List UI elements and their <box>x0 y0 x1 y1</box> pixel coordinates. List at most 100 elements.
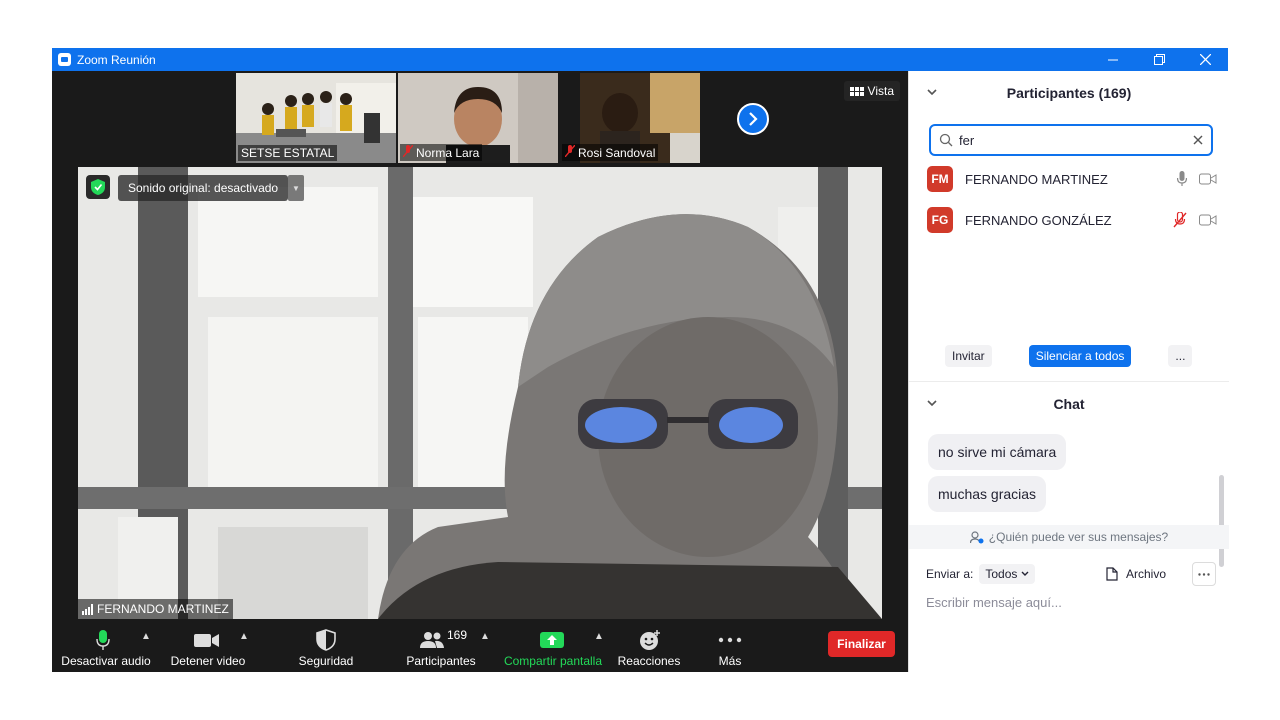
chat-scrollbar[interactable] <box>1219 475 1224 567</box>
microphone-icon <box>1177 171 1187 186</box>
chat-title: Chat <box>1053 396 1085 412</box>
mute-all-button[interactable]: Silenciar a todos <box>1028 345 1132 367</box>
speaker-name-tag: FERNANDO MARTINEZ <box>78 599 233 619</box>
video-thumbnail[interactable]: SETSE ESTATAL <box>236 73 396 163</box>
participants-count: 169 <box>447 628 468 642</box>
participant-row[interactable]: FG FERNANDO GONZÁLEZ <box>927 206 1217 234</box>
close-window-button[interactable] <box>1182 48 1228 71</box>
restore-button[interactable] <box>1136 48 1182 71</box>
clear-search-icon[interactable] <box>1193 133 1203 148</box>
thumbnail-label: Rosi Sandoval <box>562 144 659 161</box>
participant-name: FERNANDO MARTINEZ <box>965 171 1108 187</box>
participants-actions: Invitar Silenciar a todos ... <box>945 345 1193 367</box>
participant-search-input[interactable]: fer <box>929 124 1213 156</box>
mute-audio-label: Desactivar audio <box>61 654 151 668</box>
sound-dropdown-button[interactable]: ▼ <box>288 175 304 201</box>
send-to-row: Enviar a: Todos Archivo <box>926 562 1216 586</box>
share-screen-button[interactable]: ▲ Compartir pantalla <box>498 625 608 672</box>
stop-video-label: Detener video <box>170 654 246 668</box>
zoom-app-icon <box>58 53 71 66</box>
thumbnail-label: Norma Lara <box>400 144 483 161</box>
participants-options-caret-icon[interactable]: ▲ <box>480 631 490 642</box>
share-screen-label: Compartir pantalla <box>503 654 603 668</box>
chat-message: no sirve mi cámara <box>928 434 1067 470</box>
video-thumbnail[interactable]: Norma Lara <box>398 73 558 163</box>
participants-button[interactable]: 169 ▲ Participantes <box>388 625 494 672</box>
muted-mic-icon <box>402 144 414 160</box>
participants-label: Participantes <box>406 654 476 668</box>
original-sound-toggle[interactable]: Sonido original: desactivado <box>118 175 289 201</box>
video-camera-icon <box>194 629 220 651</box>
more-dots-icon <box>718 629 742 651</box>
meeting-toolbar: ▲ Desactivar audio ▲ Detener video Segur… <box>52 625 908 672</box>
who-can-see-link[interactable]: ¿Quién puede ver sus mensajes? <box>909 525 1229 549</box>
speaker-video-image <box>78 167 882 619</box>
encryption-shield-icon[interactable] <box>86 175 110 199</box>
avatar: FG <box>927 207 953 233</box>
share-screen-icon <box>540 629 564 651</box>
side-panel: Participantes (169) fer FM FERNANDO MART… <box>908 71 1229 672</box>
avatar: FM <box>927 166 953 192</box>
participant-name: SETSE ESTATAL <box>241 146 335 160</box>
window-title: Zoom Reunión <box>77 52 156 67</box>
file-label: Archivo <box>1126 567 1167 581</box>
reactions-button[interactable]: Reacciones <box>614 625 684 672</box>
video-thumbnail[interactable]: Rosi Sandoval <box>560 73 720 163</box>
chat-more-button[interactable] <box>1192 562 1216 586</box>
minimize-button[interactable] <box>1090 48 1136 71</box>
next-page-button[interactable] <box>737 103 769 135</box>
collapse-chevron-icon[interactable] <box>927 398 937 410</box>
muted-mic-icon <box>564 144 576 160</box>
chat-header: Chat <box>909 392 1229 416</box>
person-info-icon <box>969 530 984 543</box>
view-button[interactable]: Vista <box>843 81 900 101</box>
chat-message: muchas gracias <box>928 476 1047 512</box>
more-label: Más <box>718 654 742 668</box>
speaker-name: FERNANDO MARTINEZ <box>97 602 229 616</box>
participants-title: Participantes (169) <box>1006 85 1132 101</box>
who-can-see-label: ¿Quién puede ver sus mensajes? <box>988 530 1169 544</box>
stop-video-button[interactable]: ▲ Detener video <box>160 625 256 672</box>
meeting-area: SETSE ESTATAL Norma Lara Rosi Sandoval V… <box>52 71 908 672</box>
audio-options-caret-icon[interactable]: ▲ <box>141 631 151 642</box>
video-options-caret-icon[interactable]: ▲ <box>239 631 249 642</box>
chat-message-input[interactable]: Escribir mensaje aquí... <box>926 595 1062 610</box>
search-icon <box>939 133 953 147</box>
participant-name: Norma Lara <box>416 145 480 160</box>
send-to-label: Enviar a: <box>926 567 974 581</box>
video-camera-icon <box>1199 214 1217 226</box>
original-sound-label: Sonido original: desactivado <box>128 181 279 195</box>
active-speaker-video: Sonido original: desactivado ▼ FERNANDO … <box>78 167 882 619</box>
chevron-right-icon <box>749 112 758 126</box>
reaction-smiley-icon <box>639 629 661 651</box>
share-options-caret-icon[interactable]: ▲ <box>594 631 604 642</box>
participants-header: Participantes (169) <box>909 81 1229 105</box>
collapse-chevron-icon[interactable] <box>927 87 937 99</box>
participant-name: Rosi Sandoval <box>578 145 656 160</box>
mute-audio-button[interactable]: ▲ Desactivar audio <box>52 625 160 672</box>
file-icon <box>1106 567 1118 581</box>
participants-more-button[interactable]: ... <box>1168 345 1193 367</box>
end-meeting-button[interactable]: Finalizar <box>828 631 895 657</box>
zoom-window: Zoom Reunión SETSE ESTATAL Norma Lara Ro… <box>52 48 1229 672</box>
security-shield-icon <box>316 629 336 651</box>
signal-strength-icon <box>82 603 93 615</box>
gallery-strip: SETSE ESTATAL Norma Lara Rosi Sandoval <box>236 73 720 163</box>
recipient-dropdown[interactable]: Todos <box>979 564 1036 584</box>
more-dots-icon <box>1198 572 1210 576</box>
search-query: fer <box>959 132 975 148</box>
recipient-value: Todos <box>985 567 1018 581</box>
muted-mic-icon <box>1173 212 1187 228</box>
file-button[interactable]: Archivo <box>1106 567 1166 581</box>
video-camera-icon <box>1199 173 1217 185</box>
security-label: Seguridad <box>298 654 354 668</box>
security-button[interactable]: Seguridad <box>288 625 364 672</box>
chevron-down-icon <box>1021 571 1029 576</box>
reactions-label: Reacciones <box>617 654 681 668</box>
participant-row[interactable]: FM FERNANDO MARTINEZ <box>927 165 1217 193</box>
more-button[interactable]: Más <box>698 625 762 672</box>
microphone-icon <box>96 629 110 651</box>
view-label: Vista <box>867 84 894 98</box>
caret-down-icon: ▼ <box>292 183 300 193</box>
invite-button[interactable]: Invitar <box>945 345 992 367</box>
